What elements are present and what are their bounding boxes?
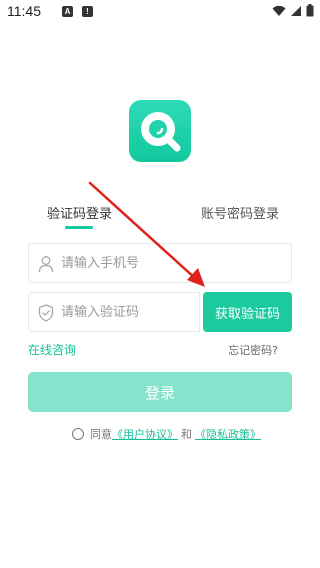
code-field[interactable] — [28, 292, 200, 332]
online-consult-link[interactable]: 在线咨询 — [28, 341, 76, 358]
notification-alert-icon: ! — [82, 6, 93, 17]
wifi-icon — [272, 5, 286, 16]
active-tab-indicator — [65, 226, 93, 229]
agreement-row: 同意 《用户协议》 和 《隐私政策》 — [72, 426, 261, 442]
code-input[interactable] — [61, 293, 196, 331]
tab-password-login[interactable]: 账号密码登录 — [201, 203, 279, 222]
login-button[interactable]: 登录 — [28, 372, 292, 412]
magnifier-q-icon — [141, 112, 181, 152]
signal-icon — [291, 5, 301, 16]
phone-field[interactable] — [28, 243, 292, 283]
status-bar: 11:45 A ! — [0, 0, 320, 24]
agree-prefix: 同意 — [90, 428, 112, 441]
privacy-policy-link[interactable]: 《隐私政策》 — [195, 426, 261, 442]
battery-icon — [306, 4, 314, 17]
status-time: 11:45 — [7, 3, 41, 19]
tab-sms-login[interactable]: 验证码登录 — [47, 203, 112, 222]
get-code-button[interactable]: 获取验证码 — [203, 292, 292, 332]
app-logo — [129, 100, 191, 162]
agree-checkbox[interactable] — [72, 428, 84, 440]
shield-check-icon — [38, 304, 54, 322]
phone-input[interactable] — [61, 244, 281, 282]
status-icons — [272, 4, 314, 17]
annotation-arrow — [88, 181, 205, 287]
notification-a-icon: A — [62, 6, 73, 17]
user-agreement-link[interactable]: 《用户协议》 — [112, 426, 178, 442]
agree-and: 和 — [181, 428, 192, 441]
forgot-password-link[interactable]: 忘记密码? — [228, 342, 278, 358]
user-icon — [38, 256, 54, 273]
